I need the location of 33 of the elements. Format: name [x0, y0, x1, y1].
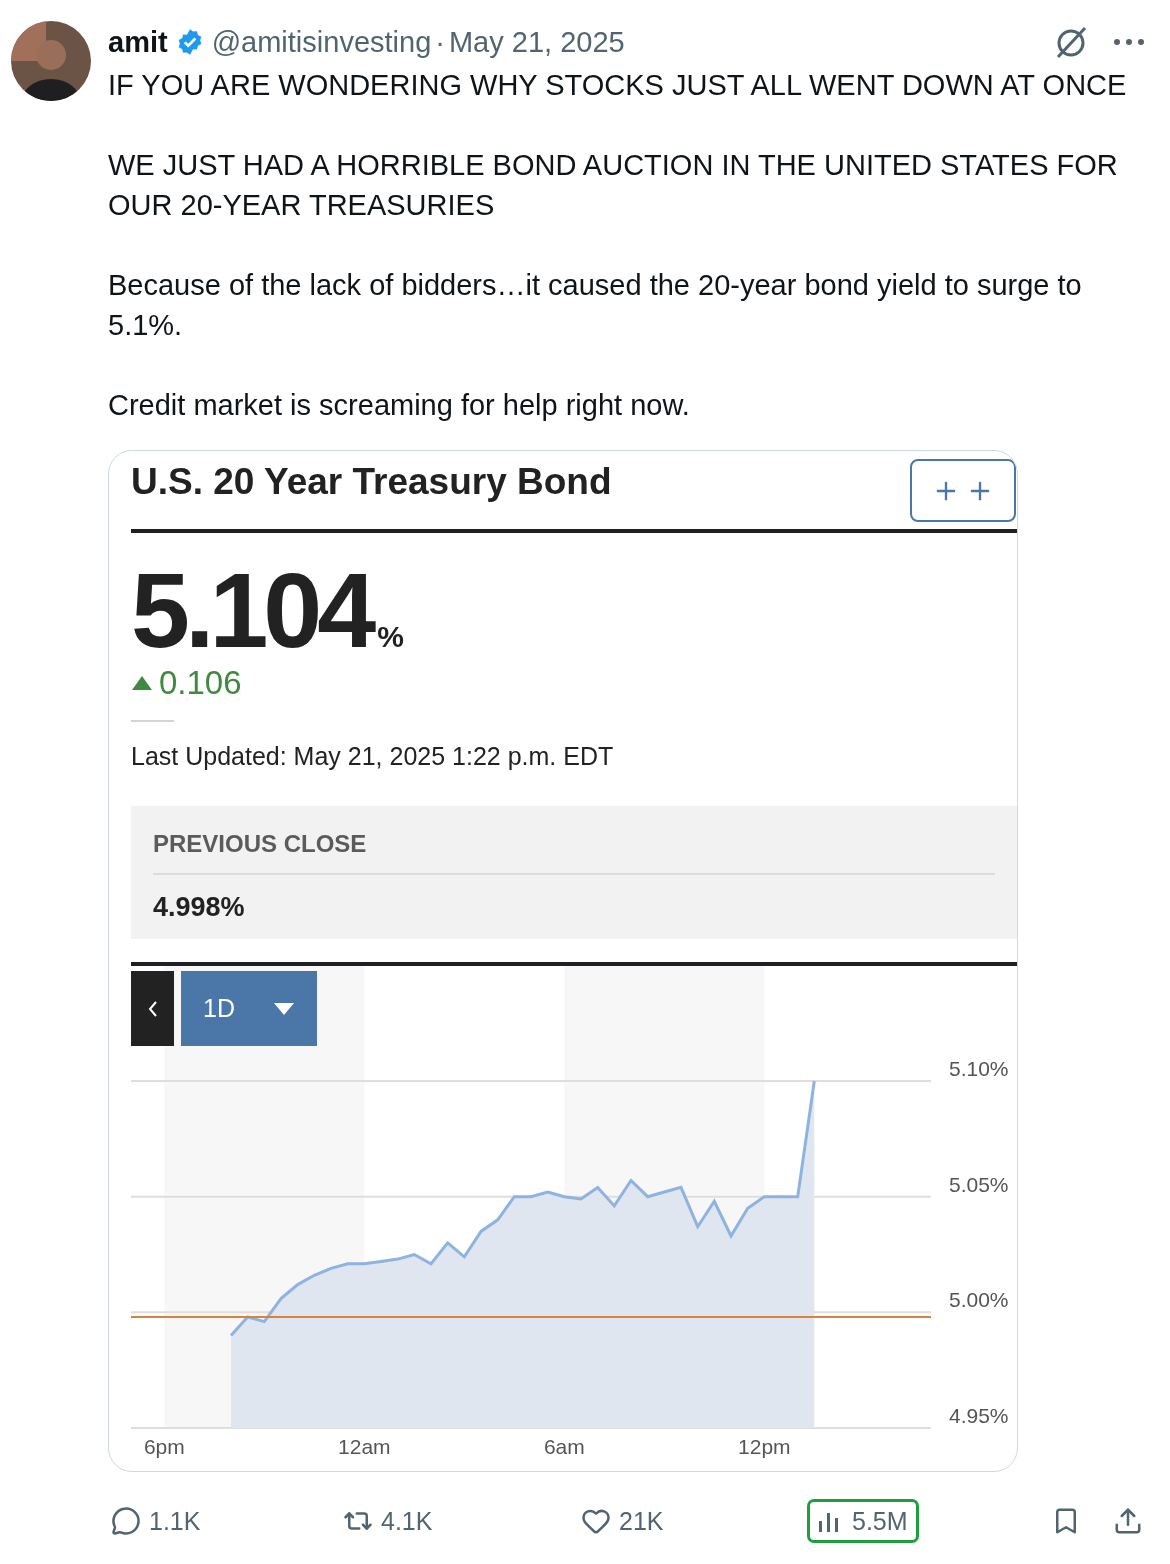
post-text: WE JUST HAD A HORRIBLE BOND AUCTION IN THE UNITED STATES FOR OUR 20-YEAR TREASURIES — [108, 148, 1119, 223]
card-title: U.S. 20 Year Treasury Bond — [131, 461, 612, 503]
reply-icon — [111, 1506, 141, 1536]
yield-change: 0.106 — [159, 664, 242, 702]
axis-label: 12pm — [738, 1435, 791, 1458]
separator: · — [435, 25, 445, 59]
axis-label: 6am — [543, 1435, 585, 1458]
post-text: IF YOU ARE WONDERING WHY STOCKS JUST ALL WENT DOWN AT ONCE — [108, 68, 1128, 103]
add-button[interactable] — [910, 459, 1016, 522]
axis-label: 6pm — [143, 1435, 185, 1458]
previous-close-value: 4.998% — [153, 892, 246, 923]
post-text: Because of the lack of bidders…it caused the 20-year bond yield to surge to 5.1%. — [108, 268, 1083, 343]
percent-unit: % — [377, 620, 404, 654]
like-button[interactable]: 21K — [570, 1499, 675, 1543]
axis-label: 12am — [338, 1435, 391, 1458]
views-button[interactable]: 5.5M — [807, 1499, 919, 1543]
range-dropdown[interactable]: 1D — [181, 971, 317, 1046]
author-handle[interactable]: @amitisinvesting — [211, 25, 432, 59]
axis-label: 5.05% — [949, 1172, 1009, 1196]
last-updated: Last Updated: May 21, 2025 1:22 p.m. EDT — [131, 742, 615, 772]
repost-button[interactable]: 4.1K — [332, 1499, 444, 1543]
post-date[interactable]: May 21, 2025 — [448, 25, 625, 59]
reply-button[interactable]: 1.1K — [100, 1499, 212, 1543]
axis-label: 4.95% — [949, 1404, 1009, 1427]
share-icon — [1113, 1506, 1143, 1536]
axis-label: 5.00% — [949, 1288, 1009, 1312]
previous-close-label: PREVIOUS CLOSE — [153, 806, 995, 875]
more-icon[interactable] — [1112, 37, 1146, 47]
axis-label: 5.10% — [949, 1057, 1009, 1080]
post-text: Credit market is screaming for help right now. — [108, 388, 691, 423]
caret-icon — [273, 1001, 295, 1016]
yield-value: 5.104 — [131, 561, 372, 659]
author-name[interactable]: amit — [108, 25, 168, 59]
